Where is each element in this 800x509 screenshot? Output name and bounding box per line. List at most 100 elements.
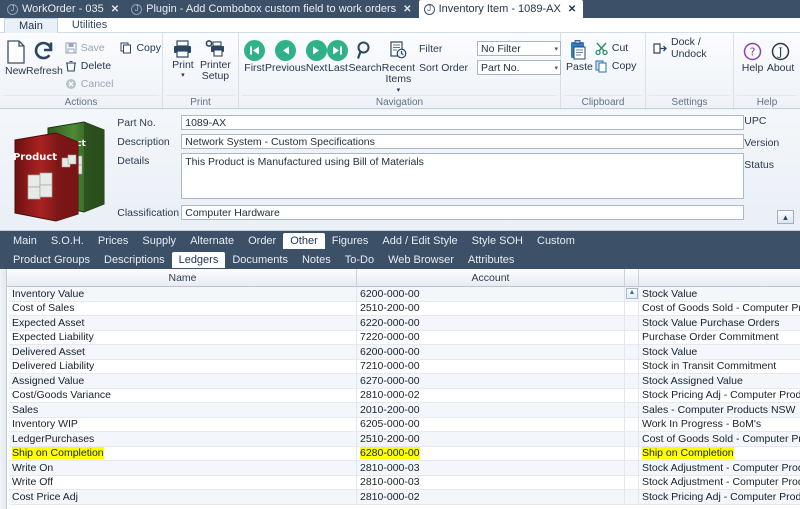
tab-ledgers[interactable]: Ledgers — [172, 252, 226, 268]
document-tab-1[interactable]: JPlugin - Add Combobox custom field to w… — [126, 0, 418, 18]
table-row[interactable]: Write Off2810-000-03Stock Adjustment - C… — [9, 476, 800, 491]
delete-button[interactable]: Delete — [63, 57, 119, 75]
cell-sort-marker[interactable] — [625, 345, 639, 360]
tab-other[interactable]: Other — [283, 233, 325, 249]
product-thumbnail[interactable]: Product Product — [0, 109, 117, 230]
table-row[interactable]: Expected Liability7220-000-00Purchase Or… — [9, 331, 800, 346]
save-button[interactable]: Save — [63, 39, 119, 57]
previous-record-button[interactable]: Previous — [265, 37, 306, 74]
tab-web-browser[interactable]: Web Browser — [381, 252, 461, 268]
cell-sort-marker[interactable] — [625, 461, 639, 476]
tab-descriptions[interactable]: Descriptions — [97, 252, 172, 268]
table-row[interactable]: Cost/Goods Variance2810-000-02Stock Pric… — [9, 389, 800, 404]
cell-account: 7220-000-00 — [357, 330, 625, 345]
tab-alternate[interactable]: Alternate — [183, 233, 241, 249]
filter-select[interactable]: No Filter ▾ — [477, 41, 561, 56]
tab-custom[interactable]: Custom — [530, 233, 582, 249]
column-header-description[interactable] — [639, 269, 800, 287]
printer-setup-button[interactable]: Printer Setup — [198, 37, 233, 82]
table-row[interactable]: Delivered Asset6200-000-00Stock Value — [9, 345, 800, 360]
cell-description-text: Stock Adjustment - Computer Products — [642, 462, 800, 474]
tab-to-do[interactable]: To-Do — [338, 252, 381, 268]
about-button[interactable]: J About — [766, 39, 795, 74]
document-tab-2[interactable]: JInventory Item - 1089-AX✕ — [419, 0, 584, 18]
column-header-account[interactable]: Account — [357, 269, 625, 287]
table-row[interactable]: Inventory WIP6205-000-00Work In Progress… — [9, 418, 800, 433]
help-button[interactable]: ? Help — [739, 39, 766, 74]
table-row[interactable]: Ship on Completion6280-000-00Ship on Com… — [9, 447, 800, 462]
tab-prices[interactable]: Prices — [91, 233, 136, 249]
tab-documents[interactable]: Documents — [225, 252, 295, 268]
cell-sort-marker[interactable] — [625, 403, 639, 418]
table-row[interactable]: Assigned Value6270-000-00Stock Assigned … — [9, 374, 800, 389]
dock-undock-button[interactable]: Dock / Undock — [651, 39, 728, 57]
tab-notes[interactable]: Notes — [295, 252, 338, 268]
details-label: Details — [117, 153, 181, 167]
cell-sort-marker[interactable] — [625, 316, 639, 331]
cell-sort-marker[interactable] — [625, 301, 639, 316]
cell-sort-marker[interactable] — [625, 359, 639, 374]
cell-sort-marker[interactable] — [625, 374, 639, 389]
paste-button[interactable]: Paste — [566, 37, 593, 73]
dock-undock-icon — [653, 42, 667, 55]
cell-sort-marker[interactable] — [625, 446, 639, 461]
table-row[interactable]: Delivered Liability7210-000-00Stock in T… — [9, 360, 800, 375]
table-row[interactable]: Inventory Value6200-000-00▲Stock Value — [9, 287, 800, 302]
tab-add-edit-style[interactable]: Add / Edit Style — [375, 233, 464, 249]
classification-field[interactable]: Computer Hardware — [181, 205, 744, 220]
tab-s-o-h[interactable]: S.O.H. — [44, 233, 91, 249]
tab-order[interactable]: Order — [241, 233, 283, 249]
part-no-field[interactable]: 1089-AX — [181, 115, 744, 130]
cell-sort-marker[interactable] — [625, 330, 639, 345]
sort-order-select[interactable]: Part No. ▾ — [477, 60, 561, 75]
close-icon[interactable]: ✕ — [568, 4, 576, 15]
cell-sort-marker[interactable] — [625, 432, 639, 447]
cell-sort-marker[interactable] — [625, 417, 639, 432]
sort-ascending-icon[interactable]: ▲ — [626, 288, 638, 299]
ribbon-tab-utilities[interactable]: Utilities — [58, 18, 121, 33]
search-button[interactable]: Search — [348, 37, 381, 74]
table-row[interactable]: Expected Asset6220-000-00Stock Value Pur… — [9, 316, 800, 331]
tab-attributes[interactable]: Attributes — [461, 252, 521, 268]
table-row[interactable]: Write On2810-000-03Stock Adjustment - Co… — [9, 461, 800, 476]
next-record-button[interactable]: Next — [306, 37, 328, 74]
ribbon-group-actions: New Refresh Save — [0, 33, 163, 108]
copy-button[interactable]: Copy — [593, 57, 642, 75]
print-button[interactable]: Print ▾ — [168, 37, 198, 79]
print-dropdown-icon[interactable]: ▾ — [181, 73, 185, 79]
tab-main[interactable]: Main — [6, 233, 44, 249]
ribbon-tab-main[interactable]: Main — [4, 18, 58, 33]
cell-name: Ship on Completion — [9, 446, 357, 461]
cancel-button[interactable]: Cancel — [63, 75, 119, 93]
copy-record-button[interactable]: Copy — [118, 39, 166, 57]
cell-sort-marker[interactable] — [625, 388, 639, 403]
cell-sort-marker[interactable] — [625, 490, 639, 505]
cell-name: LedgerPurchases — [9, 432, 357, 447]
table-row[interactable]: LedgerPurchases2510-200-00Cost of Goods … — [9, 432, 800, 447]
close-icon[interactable]: ✕ — [111, 4, 119, 15]
first-record-button[interactable]: First — [244, 37, 265, 74]
cell-name: Assigned Value — [9, 374, 357, 389]
table-row[interactable]: Cost of Sales2510-200-00Cost of Goods So… — [9, 302, 800, 317]
tab-style-soh[interactable]: Style SOH — [465, 233, 530, 249]
description-field[interactable]: Network System - Custom Specifications — [181, 134, 744, 149]
column-header-name[interactable]: Name — [9, 269, 357, 287]
table-row[interactable]: Sales2010-200-00Sales - Computer Product… — [9, 403, 800, 418]
last-record-button[interactable]: Last — [327, 37, 348, 74]
refresh-button[interactable]: Refresh — [26, 37, 63, 77]
tab-supply[interactable]: Supply — [135, 233, 183, 249]
close-icon[interactable]: ✕ — [403, 4, 411, 15]
new-button[interactable]: New — [5, 37, 26, 77]
details-field[interactable]: This Product is Manufactured using Bill … — [181, 153, 744, 199]
collapse-panel-button[interactable]: ▲ — [777, 210, 794, 224]
cell-sort-marker[interactable] — [625, 475, 639, 490]
cut-button[interactable]: Cut — [593, 39, 642, 57]
table-row[interactable]: Cost Price Adj2810-000-02Stock Pricing A… — [9, 490, 800, 505]
cell-name-text: Cost of Sales — [12, 302, 74, 314]
tab-product-groups[interactable]: Product Groups — [6, 252, 97, 268]
document-tab-0[interactable]: JWorkOrder - 035✕ — [2, 0, 126, 18]
tab-figures[interactable]: Figures — [325, 233, 376, 249]
recent-items-dropdown-icon[interactable]: ▾ — [397, 87, 401, 94]
recent-items-button[interactable]: Recent Items ▾ — [382, 37, 415, 94]
cell-sort-marker[interactable]: ▲ — [625, 287, 639, 301]
